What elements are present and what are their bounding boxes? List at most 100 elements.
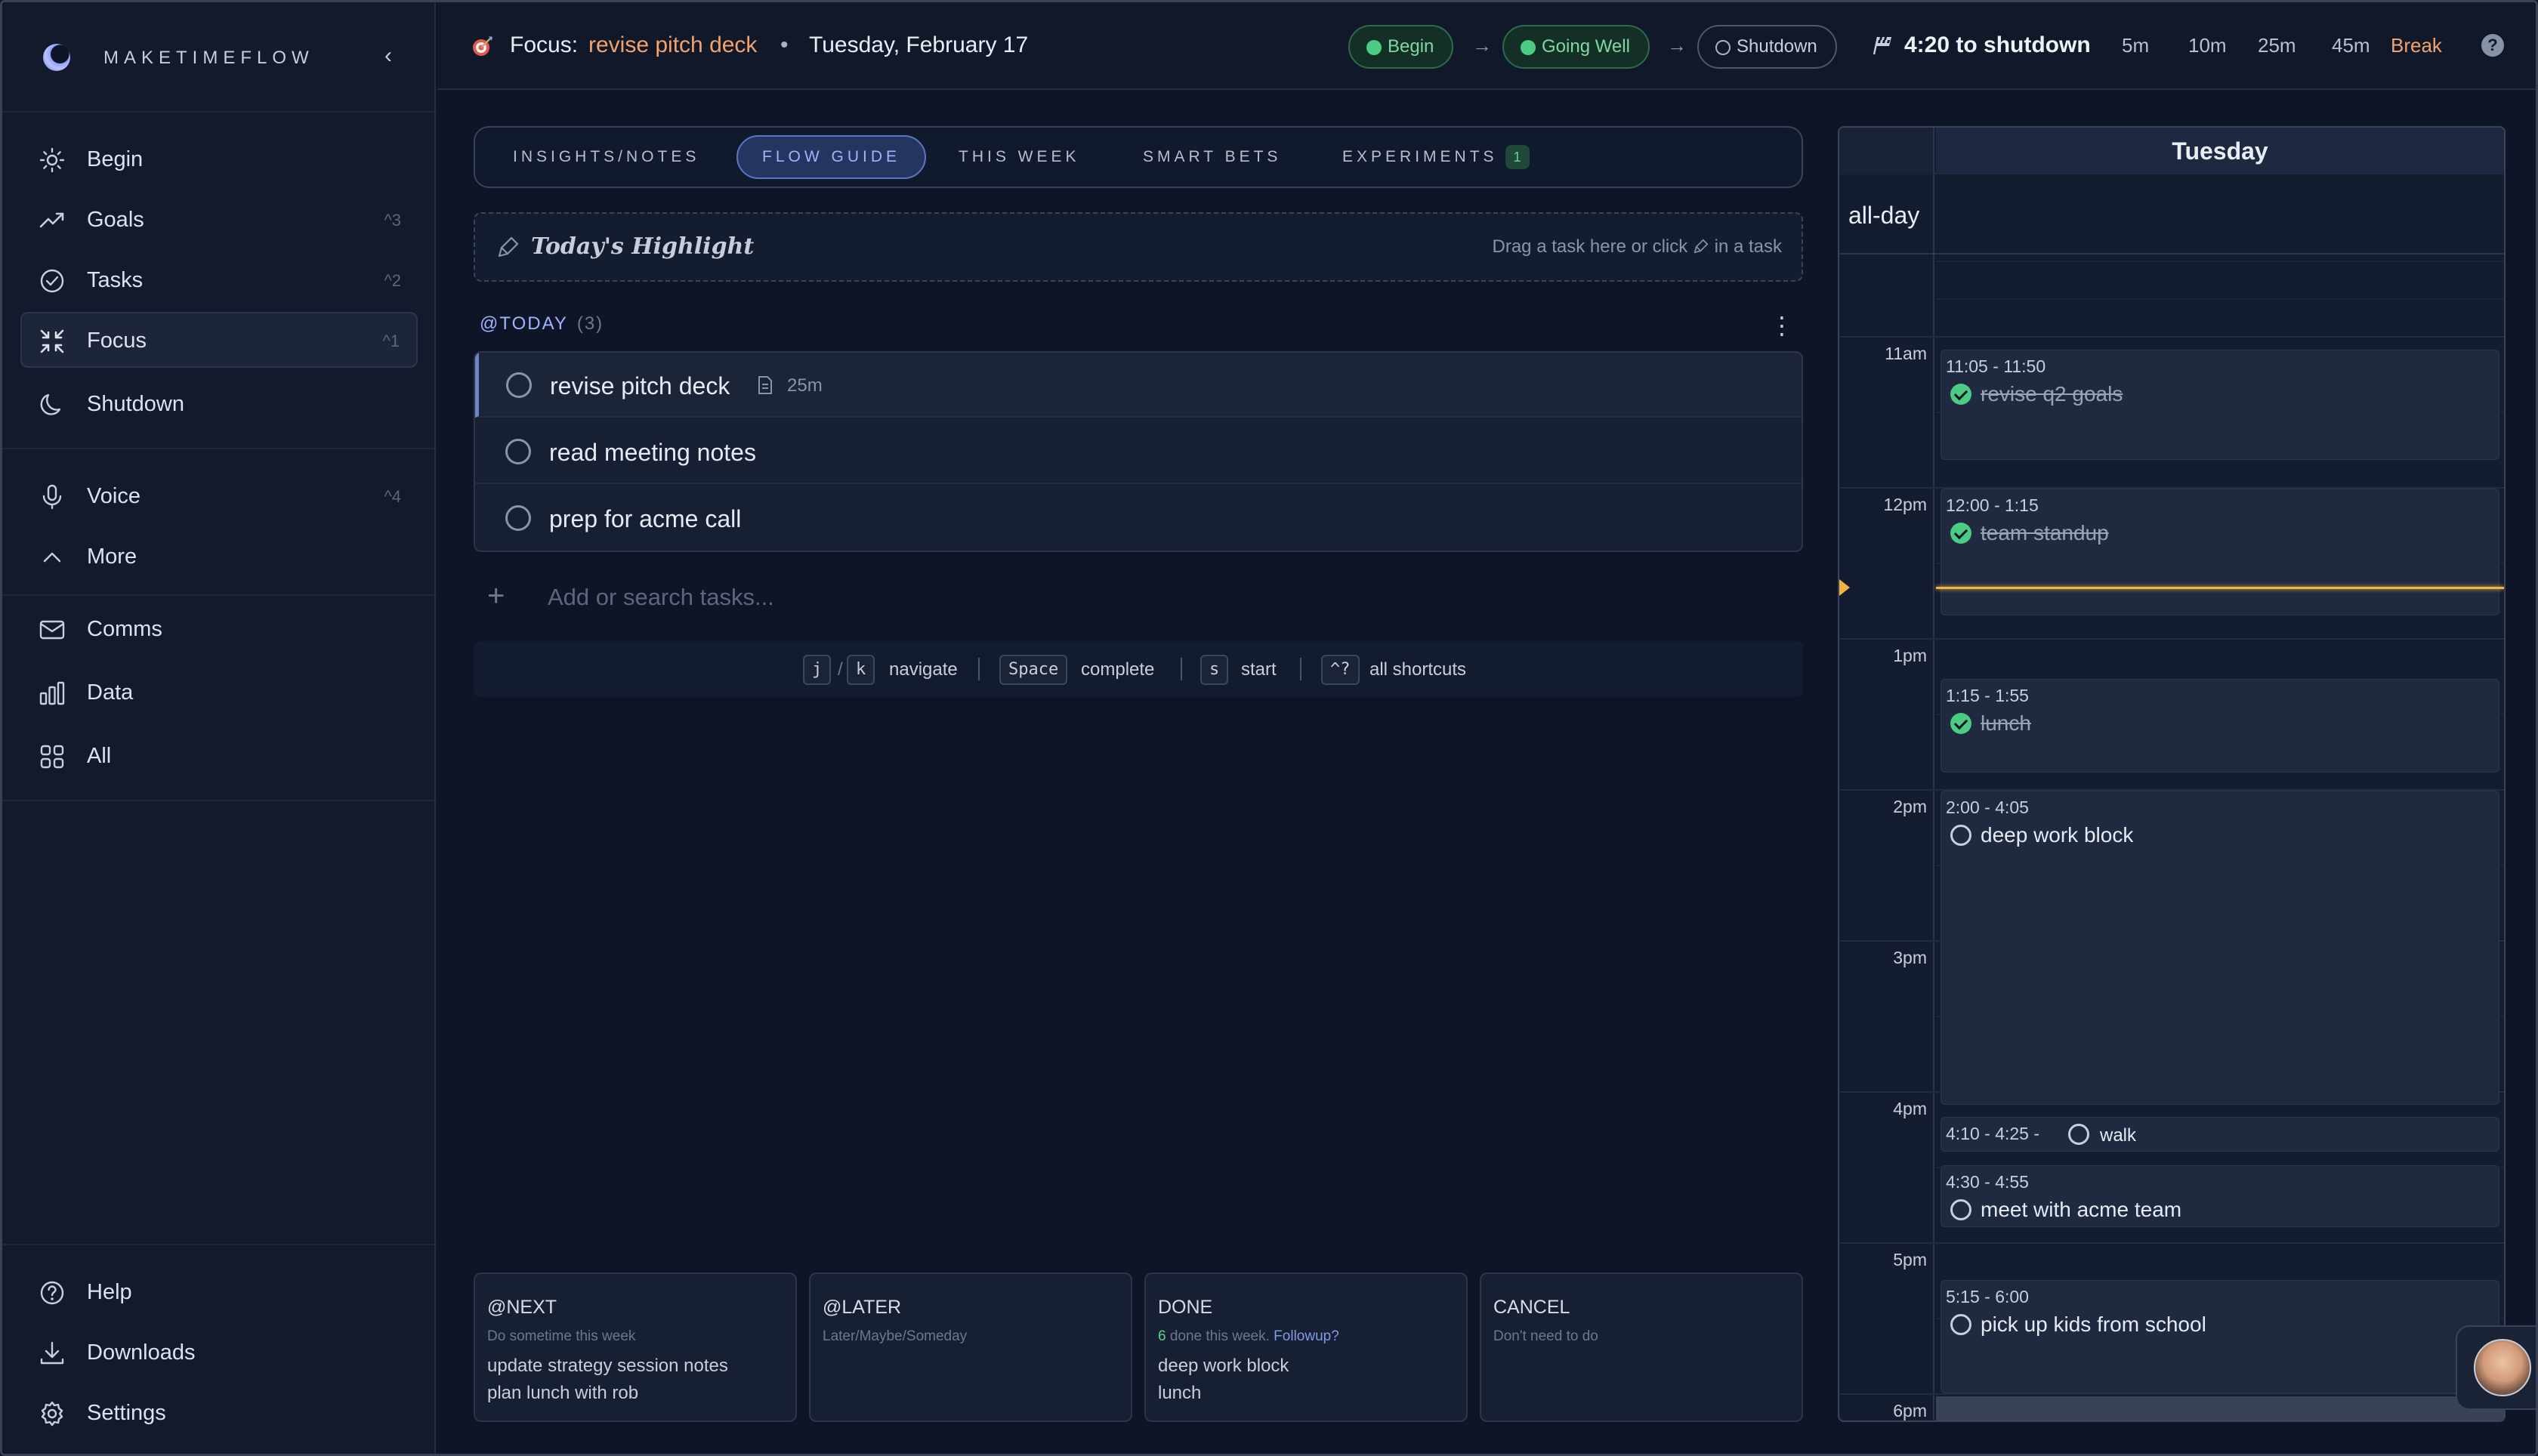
sidebar-item-settings[interactable]: Settings [20,1384,418,1440]
task-checkbox[interactable] [505,439,531,464]
task-checkbox[interactable] [506,372,532,398]
grid-line [1839,1393,2504,1395]
stage-going-well-button[interactable]: Going Well [1502,25,1650,69]
grid-icon [39,743,66,770]
calendar-event[interactable]: 5:15 - 6:00 pick up kids from school [1941,1280,2499,1393]
sidebar-item-data[interactable]: Data [20,664,418,720]
divider [978,658,980,680]
bucket-task[interactable]: deep work block [1158,1356,1289,1377]
calendar-event[interactable]: 4:10 - 4:25 - walk [1941,1117,2499,1152]
shortcut-hint: ^1 [382,332,400,350]
followup-link[interactable]: Followup? [1274,1328,1339,1344]
sidebar-item-comms[interactable]: Comms [20,600,418,656]
sidebar-item-tasks[interactable]: Tasks ^2 [20,251,418,307]
tab-smart-bets[interactable]: SMART BETS [1143,135,1281,179]
event-checkbox[interactable] [1950,1199,1971,1220]
sidebar-item-all[interactable]: All [20,727,418,783]
hour-label: 1pm [1893,646,1927,665]
calendar-event[interactable]: 2:00 - 4:05 deep work block [1941,791,2499,1105]
help-icon[interactable]: ? [2481,34,2504,57]
event-checkbox[interactable] [2068,1124,2089,1145]
bucket-later[interactable]: @LATER Later/Maybe/Someday [809,1272,1132,1422]
brand-header: MAKETIMEFLOW ‹ [2,2,436,113]
focus-task-link[interactable]: revise pitch deck [588,32,757,58]
sidebar-item-label: Begin [87,147,144,171]
event-checkbox[interactable] [1950,1314,1971,1335]
stage-shutdown-button[interactable]: Shutdown [1697,25,1837,69]
task-checkbox[interactable] [505,505,531,531]
bucket-task[interactable]: lunch [1158,1383,1201,1404]
event-time: 1:15 - 1:55 [1946,686,2029,705]
sidebar-item-begin[interactable]: Begin [20,131,418,187]
sidebar-item-focus[interactable]: Focus ^1 [20,312,418,368]
all-day-row[interactable]: all-day [1839,176,2504,254]
gear-icon [39,1400,66,1427]
task-row[interactable]: read meeting notes [475,419,1802,484]
break-button[interactable]: Break [2391,34,2442,57]
sidebar-item-downloads[interactable]: Downloads [20,1324,418,1380]
more-options-icon[interactable]: ⋮ [1770,312,1794,339]
add-task-row[interactable]: + Add or search tasks... [474,573,1803,618]
divider [1300,658,1301,680]
calendar-header: Tuesday [1839,128,2504,174]
event-checkbox[interactable] [1950,713,1971,734]
today-label: @TODAY [480,313,568,334]
hour-label: 6pm [1893,1401,1927,1421]
user-avatar-button[interactable] [2456,1325,2536,1410]
bucket-done[interactable]: DONE 6 done this week. Followup? deep wo… [1144,1272,1468,1422]
calendar-event[interactable]: 12:00 - 1:15 team standup [1941,489,2499,615]
done-text: done this week. [1166,1328,1270,1344]
highlight-hint: Drag a task here or click in a task [1493,236,1783,258]
task-row[interactable]: revise pitch deck 25m [475,353,1802,418]
tab-this-week[interactable]: THIS WEEK [959,135,1080,179]
bucket-title: @NEXT [487,1297,557,1318]
tab-label: EXPERIMENTS [1342,148,1498,165]
divider [2,594,436,596]
shutdown-countdown: 4:20 to shutdown [1904,32,2091,57]
event-checkbox[interactable] [1950,825,1971,846]
sidebar-item-voice[interactable]: Voice ^4 [20,467,418,523]
collapse-sidebar-button[interactable]: ‹ [377,45,400,67]
grid-line [1839,336,2504,338]
timer-5m-button[interactable]: 5m [2122,34,2149,57]
sidebar-item-goals[interactable]: Goals ^3 [20,191,418,247]
event-title: meet with acme team [1981,1198,2182,1221]
calendar-event[interactable]: 1:15 - 1:55 lunch [1941,679,2499,773]
tab-flow-guide[interactable]: FLOW GUIDE [736,135,927,179]
task-row[interactable]: prep for acme call [475,486,1802,551]
top-bar: Focus: revise pitch deck • Tuesday, Febr… [437,2,2536,90]
today-task-list: revise pitch deck 25m read meeting notes… [474,351,1803,552]
calendar-event[interactable]: 4:30 - 4:55 meet with acme team [1941,1165,2499,1227]
target-icon [471,34,495,58]
sidebar-item-more[interactable]: More [20,528,418,584]
sidebar-item-label: Shutdown [87,392,184,416]
bucket-task[interactable]: update strategy session notes [487,1356,728,1377]
todays-highlight-dropzone[interactable]: Today's Highlight Drag a task here or cl… [474,212,1803,282]
sidebar-item-help[interactable]: Help [20,1263,418,1319]
bucket-next[interactable]: @NEXT Do sometime this week update strat… [474,1272,797,1422]
sidebar-item-label: More [87,544,137,569]
calendar-scrollbar[interactable] [1936,1396,2504,1421]
calendar-event[interactable]: 11:05 - 11:50 revise q2 goals [1941,350,2499,460]
hour-label: 12pm [1883,495,1927,514]
checkered-flag-icon [1871,34,1894,57]
key-space: Space [999,655,1068,685]
sidebar-item-shutdown[interactable]: Shutdown [20,375,418,431]
all-day-label: all-day [1848,202,1920,229]
bucket-task[interactable]: plan lunch with rob [487,1383,638,1404]
stage-begin-button[interactable]: Begin [1348,25,1454,69]
tab-insights-notes[interactable]: INSIGHTS/NOTES [513,135,699,179]
add-task-input[interactable]: Add or search tasks... [548,584,774,611]
grid-line [1936,261,2504,262]
timer-25m-button[interactable]: 25m [2258,34,2296,57]
tab-experiments[interactable]: EXPERIMENTS 1 [1342,135,1530,179]
timer-10m-button[interactable]: 10m [2188,34,2227,57]
bucket-cancel[interactable]: CANCEL Don't need to do [1480,1272,1803,1422]
event-checkbox[interactable] [1950,523,1971,544]
timer-45m-button[interactable]: 45m [2332,34,2370,57]
bucket-subtitle: Later/Maybe/Someday [823,1328,968,1344]
help-circle-icon [39,1279,66,1306]
hour-label: 2pm [1893,797,1927,816]
sidebar-item-label: All [87,744,112,768]
event-checkbox[interactable] [1950,384,1971,405]
